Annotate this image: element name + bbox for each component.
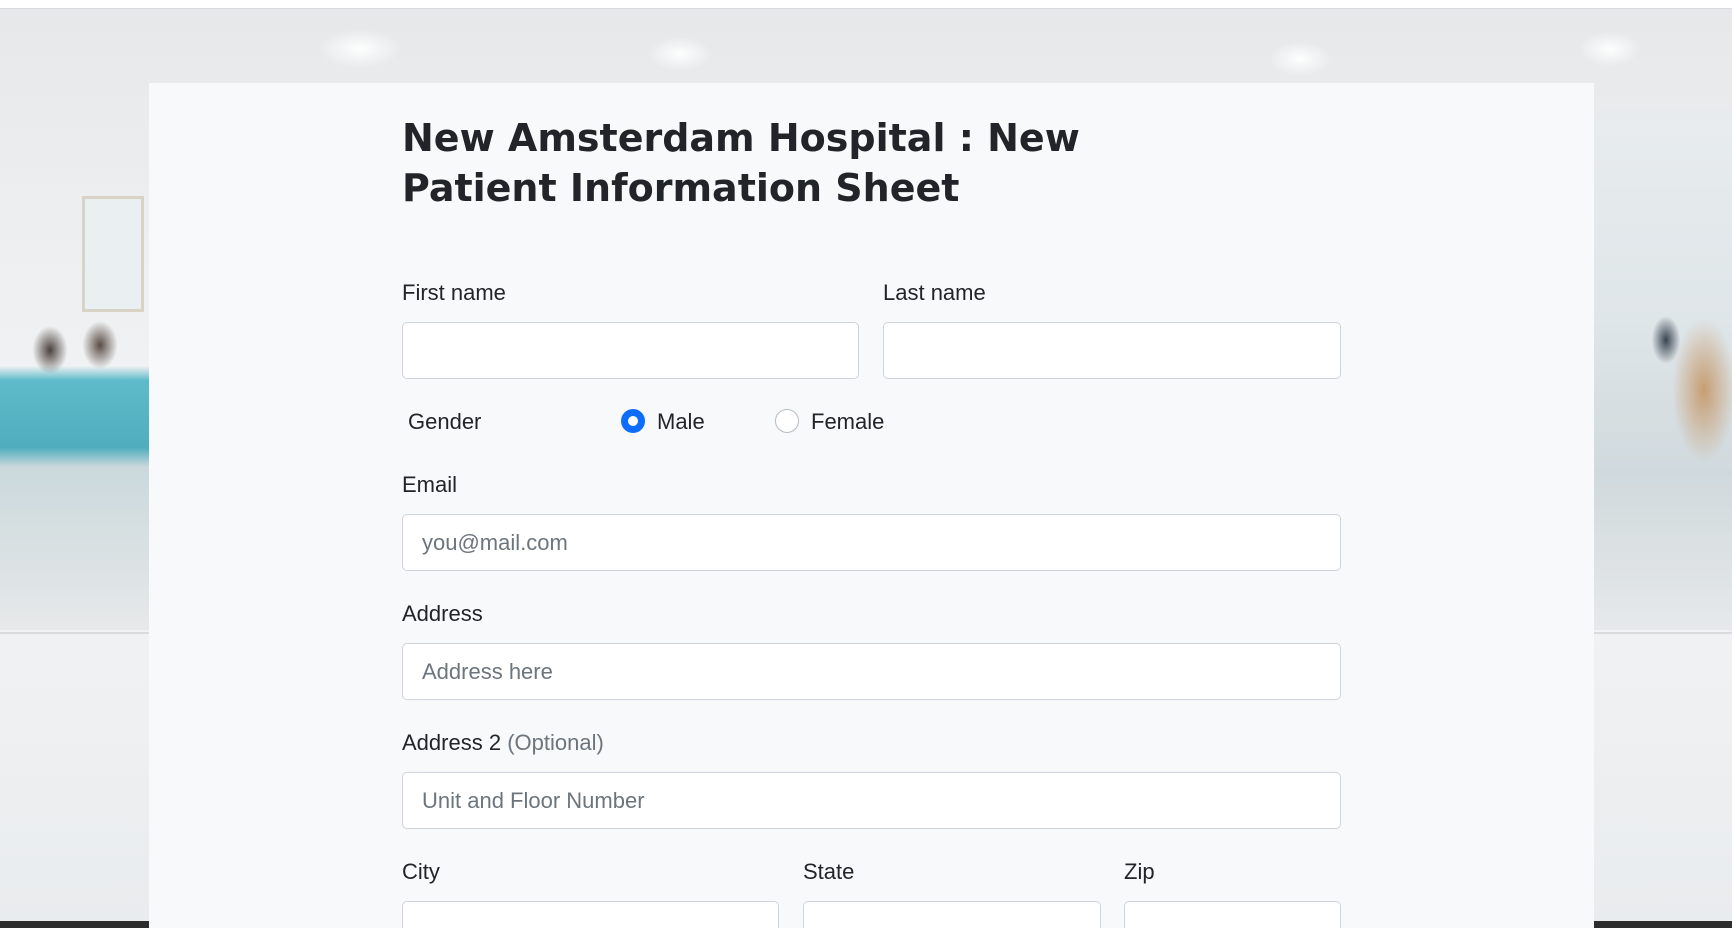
city-input[interactable] <box>402 901 779 928</box>
state-label: State <box>803 859 855 884</box>
female-radio[interactable] <box>775 409 799 433</box>
address2-label-text: Address 2 <box>402 730 502 755</box>
zip-input[interactable] <box>1124 901 1341 928</box>
male-radio-label[interactable]: Male <box>657 408 705 436</box>
background-reception-right <box>1594 110 1732 630</box>
email-label: Email <box>402 472 458 497</box>
gender-label: Gender <box>408 409 482 434</box>
address2-input[interactable] <box>402 772 1341 829</box>
female-radio-label[interactable]: Female <box>811 408 884 436</box>
address-label: Address <box>402 601 483 626</box>
first-name-input[interactable] <box>402 322 859 379</box>
address2-label: Address 2 (Optional) <box>402 729 604 757</box>
page-title: New Amsterdam Hospital : New Patient Inf… <box>402 116 1080 210</box>
address2-optional-note: (Optional) <box>507 730 604 755</box>
address-input[interactable] <box>402 643 1341 700</box>
city-label: City <box>402 859 440 884</box>
male-radio[interactable] <box>621 409 645 433</box>
email-input[interactable] <box>402 514 1341 571</box>
window-top-strip <box>0 0 1732 9</box>
form-container: New Amsterdam Hospital : New Patient Inf… <box>149 83 1594 928</box>
last-name-label: Last name <box>883 280 986 305</box>
zip-label: Zip <box>1124 859 1155 884</box>
first-name-label: First name <box>402 280 506 305</box>
background-wall-frame <box>82 196 144 312</box>
state-select[interactable] <box>803 901 1101 928</box>
last-name-input[interactable] <box>883 322 1341 379</box>
